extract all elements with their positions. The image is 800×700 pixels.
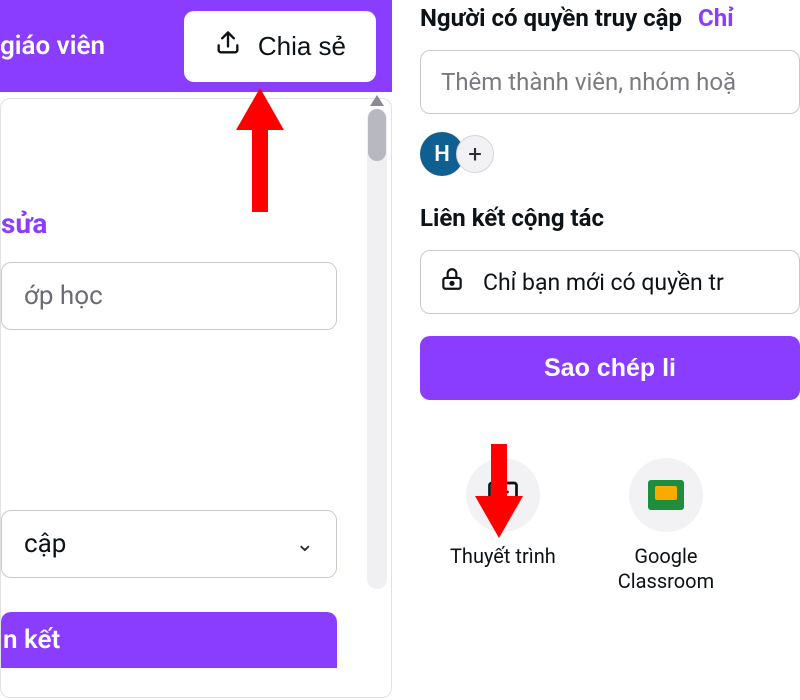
option-gc-label: Google Classroom: [618, 544, 714, 594]
option-present-label: Thuyết trình: [450, 544, 556, 569]
editor-header-bar: giáo viên Chia sẻ: [0, 0, 392, 92]
add-member-placeholder: Thêm thành viên, nhóm hoặ: [441, 68, 736, 96]
scrollbar-thumb[interactable]: [368, 109, 386, 161]
add-member-input[interactable]: Thêm thành viên, nhóm hoặ: [420, 50, 800, 114]
access-dropdown-label: cập: [24, 529, 66, 559]
class-input-placeholder: ớp học: [24, 281, 103, 311]
share-button[interactable]: Chia sẻ: [184, 11, 376, 82]
scrollbar-track[interactable]: [367, 109, 387, 589]
avatar-initial: H: [434, 142, 450, 167]
right-panel: Người có quyền truy cập Chỉ Thêm thành v…: [400, 0, 800, 700]
lock-icon: [439, 265, 465, 299]
share-button-label: Chia sẻ: [258, 31, 346, 62]
share-dropdown-card: sửa ớp học cập ⌄ n kết: [0, 98, 392, 698]
avatar-row: H +: [420, 132, 800, 176]
option-google-classroom[interactable]: Google Classroom: [618, 458, 714, 594]
access-dropdown[interactable]: cập ⌄: [1, 510, 337, 578]
option-present[interactable]: Thuyết trình: [450, 458, 556, 594]
header-role-label: giáo viên: [0, 31, 105, 61]
google-classroom-icon: [629, 458, 703, 532]
access-heading: Người có quyền truy cập: [420, 4, 682, 32]
present-icon: [466, 458, 540, 532]
edit-heading: sửa: [1, 207, 373, 240]
add-avatar-button[interactable]: +: [456, 135, 494, 173]
share-options-row: Thuyết trình Google Classroom: [420, 458, 800, 594]
upload-icon: [214, 29, 242, 64]
collab-heading: Liên kết cộng tác: [420, 204, 800, 232]
access-edit-link[interactable]: Chỉ: [698, 4, 734, 32]
copy-link-button[interactable]: Sao chép li: [420, 336, 800, 400]
scroll-up-icon[interactable]: [370, 95, 384, 106]
copy-link-label: Sao chép li: [544, 354, 676, 382]
link-action-bar[interactable]: n kết: [1, 612, 337, 668]
chevron-down-icon: ⌄: [296, 532, 314, 557]
link-permission-dropdown[interactable]: Chỉ bạn mới có quyền tr: [420, 250, 800, 314]
left-panel: giáo viên Chia sẻ sửa ớp học: [0, 0, 400, 700]
class-input[interactable]: ớp học: [1, 262, 337, 330]
link-permission-text: Chỉ bạn mới có quyền tr: [483, 269, 724, 296]
access-heading-row: Người có quyền truy cập Chỉ: [420, 4, 800, 32]
link-action-label: n kết: [3, 625, 60, 655]
